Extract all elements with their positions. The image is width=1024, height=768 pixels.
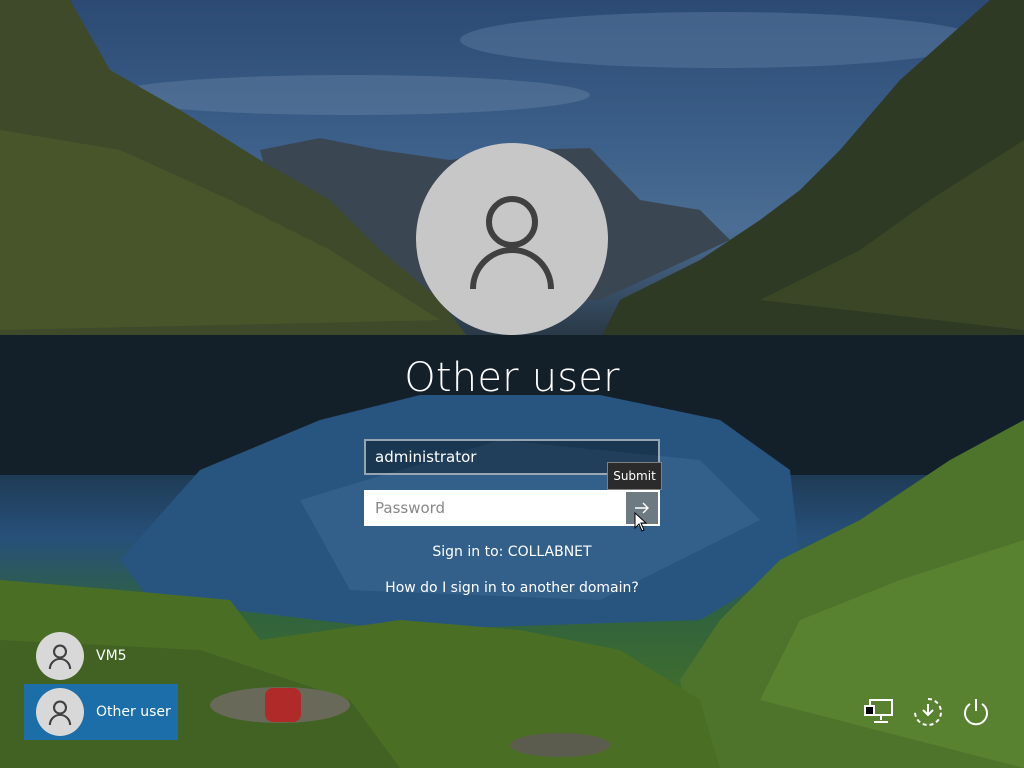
user-icon: [470, 196, 554, 289]
user-avatar-large: [416, 143, 608, 335]
mouse-cursor-icon: [634, 512, 648, 532]
user-icon: [48, 644, 72, 669]
ease-of-access-button[interactable]: [910, 694, 946, 730]
password-input[interactable]: [366, 492, 626, 524]
ease-of-access-icon: [914, 698, 942, 726]
power-icon: [964, 699, 988, 726]
password-field-container: [364, 490, 660, 526]
user-tile-label: Other user: [96, 704, 171, 720]
user-avatar-small: [36, 632, 84, 680]
user-avatar-small: [36, 688, 84, 736]
other-domain-help-link[interactable]: How do I sign in to another domain?: [0, 580, 1024, 596]
user-tile-other-user[interactable]: Other user: [24, 684, 178, 740]
sign-in-domain-text: Sign in to: COLLABNET: [432, 544, 592, 560]
network-button[interactable]: [862, 694, 898, 730]
network-icon: [864, 699, 893, 723]
power-button[interactable]: [958, 694, 994, 730]
user-tile-vm5[interactable]: VM5: [24, 628, 178, 684]
submit-tooltip: Submit: [607, 462, 662, 490]
page-title: Other user: [404, 355, 620, 401]
user-tile-label: VM5: [96, 648, 127, 664]
user-icon: [48, 700, 72, 725]
